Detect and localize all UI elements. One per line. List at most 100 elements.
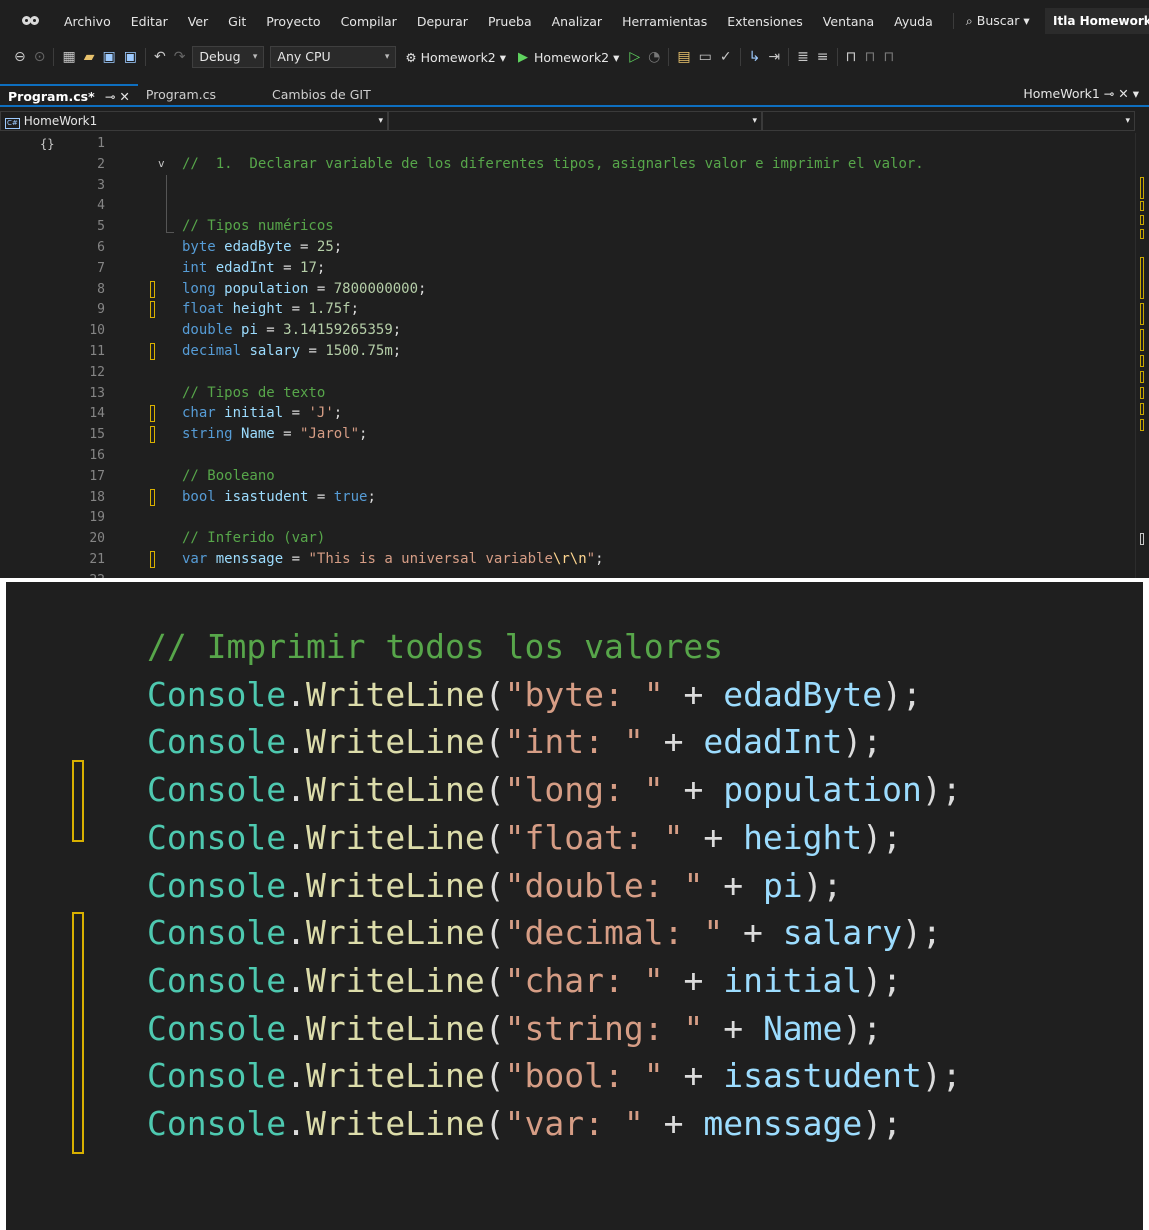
scrollbar-change-marker xyxy=(1140,371,1144,383)
code-line[interactable]: 8 long population = 7800000000; xyxy=(0,279,1135,300)
zoom-code-line: Console.WriteLine("string: " + Name); xyxy=(147,1006,882,1052)
code-token: menssage xyxy=(703,1104,863,1143)
code-line[interactable]: 9 float height = 1.75f; xyxy=(0,299,1135,320)
code-token: . xyxy=(286,817,306,857)
step-into-icon[interactable]: ↳ xyxy=(749,49,761,65)
code-text: // Booleano xyxy=(182,466,275,487)
line-number: 2 xyxy=(97,156,105,172)
line-number: 5 xyxy=(97,219,105,235)
menu-ayuda[interactable]: Ayuda xyxy=(884,14,943,29)
startup-project-button[interactable]: ⚙ Homework2 ▾ xyxy=(405,50,506,65)
code-token: ; xyxy=(333,405,343,422)
save-icon[interactable]: ▣ xyxy=(102,49,115,65)
bookmark-next-icon[interactable]: ⊓ xyxy=(883,49,894,65)
member-dropdown[interactable]: ▾ xyxy=(762,111,1135,131)
platform-dropdown[interactable]: Any CPU ▾ xyxy=(270,46,397,68)
line-number: 3 xyxy=(97,177,105,193)
open-folder-icon[interactable]: ▰ xyxy=(84,49,95,65)
code-line[interactable]: 10 double pi = 3.14159265359; xyxy=(0,320,1135,341)
code-token: = xyxy=(308,488,334,505)
project-tab-overflow[interactable]: HomeWork1 ⊸ ✕ ▾ xyxy=(1023,86,1139,101)
menu-herramientas[interactable]: Herramientas xyxy=(612,14,717,29)
toolbar-separator xyxy=(788,48,790,66)
code-token: ( xyxy=(484,674,505,714)
code-line[interactable]: 13 // Tipos de texto xyxy=(0,383,1135,404)
type-dropdown[interactable]: ▾ xyxy=(388,111,762,131)
code-line[interactable]: 6 byte edadByte = 25; xyxy=(0,237,1135,258)
code-line[interactable]: 17 // Booleano xyxy=(0,466,1135,487)
code-token: decimal xyxy=(182,343,242,359)
csharp-project-icon: C# xyxy=(5,117,20,129)
code-token: = xyxy=(300,343,326,359)
menu-analizar[interactable]: Analizar xyxy=(542,14,612,29)
menu-compilar[interactable]: Compilar xyxy=(331,14,407,29)
window-layout-icon[interactable]: ▭ xyxy=(699,49,712,65)
code-line[interactable]: 20 // Inferido (var) xyxy=(0,528,1135,549)
editor-scrollbar[interactable] xyxy=(1135,133,1149,578)
code-line[interactable]: 18 bool isastudent = true; xyxy=(0,487,1135,508)
code-token: ; xyxy=(367,488,376,505)
code-line[interactable]: 5 // Tipos numéricos xyxy=(0,216,1135,237)
project-dropdown[interactable]: C# HomeWork1 ▾ xyxy=(0,111,388,131)
code-line[interactable]: 16 xyxy=(0,445,1135,466)
start-debugging-button[interactable]: ▶ Homework2 ▾ xyxy=(518,50,619,65)
menu-editar[interactable]: Editar xyxy=(121,14,178,29)
code-token: ; xyxy=(418,280,427,297)
code-line[interactable]: 14 char initial = 'J'; xyxy=(0,403,1135,424)
code-line[interactable]: 1 xyxy=(0,133,1135,154)
code-line[interactable]: 12 xyxy=(0,362,1135,383)
tab-pin-close-icon[interactable]: ⊸ ✕ xyxy=(105,89,130,104)
code-token: 17 xyxy=(300,259,317,276)
tab-program-cs[interactable]: Program.cs xyxy=(138,84,224,105)
menu-depurar[interactable]: Depurar xyxy=(407,14,478,29)
bookmark-icon[interactable]: ⊓ xyxy=(846,49,857,65)
code-line[interactable]: 4 xyxy=(0,195,1135,216)
solution-title[interactable]: Itla Homework xyxy=(1045,8,1149,34)
code-line[interactable]: 11 decimal salary = 1500.75m; xyxy=(0,341,1135,362)
spellcheck-icon[interactable]: ✓ xyxy=(720,49,732,65)
change-marker xyxy=(150,426,155,444)
bookmark-prev-icon[interactable]: ⊓ xyxy=(864,49,875,65)
code-line[interactable]: 3 xyxy=(0,175,1135,196)
menu-ventana[interactable]: Ventana xyxy=(813,14,884,29)
indent-icon[interactable]: ≣ xyxy=(797,49,809,65)
code-token: Console xyxy=(147,770,287,810)
line-number: 10 xyxy=(89,323,105,339)
tab-cambios-de-git[interactable]: Cambios de GIT xyxy=(264,84,379,105)
code-line[interactable]: 22 xyxy=(0,570,1135,578)
tab-program-cs-modified[interactable]: Program.cs* ⊸ ✕ xyxy=(0,84,138,105)
code-text: // Inferido (var) xyxy=(182,528,325,549)
back-icon[interactable]: ⊖ xyxy=(14,49,26,65)
outdent-icon[interactable]: ≡ xyxy=(817,49,829,65)
code-editor[interactable]: {} v 1 2// 1. Declarar variable de los di… xyxy=(0,133,1135,578)
menu-ver[interactable]: Ver xyxy=(178,14,218,29)
code-line[interactable]: 15 string Name = "Jarol"; xyxy=(0,424,1135,445)
zoom-code-line: Console.WriteLine("long: " + population)… xyxy=(147,767,962,813)
start-without-debugging-icon[interactable]: ▷ xyxy=(629,49,640,65)
configuration-dropdown[interactable]: Debug ▾ xyxy=(192,46,265,68)
visual-studio-logo-icon[interactable] xyxy=(22,12,44,30)
menu-prueba[interactable]: Prueba xyxy=(478,14,542,29)
menu-extensiones[interactable]: Extensiones xyxy=(717,14,813,29)
forward-icon[interactable]: ⊙ xyxy=(34,49,46,65)
undo-icon[interactable]: ↶ xyxy=(154,49,166,65)
hot-reload-icon[interactable]: ◔ xyxy=(648,49,660,65)
menu-proyecto[interactable]: Proyecto xyxy=(256,14,330,29)
scrollbar-change-marker xyxy=(1140,329,1144,351)
scrollbar-thumb[interactable] xyxy=(1140,533,1144,545)
redo-icon[interactable]: ↷ xyxy=(174,49,186,65)
code-token: = xyxy=(291,239,317,255)
new-item-icon[interactable]: ▦ xyxy=(62,49,75,65)
menu-git[interactable]: Git xyxy=(218,14,256,29)
save-all-icon[interactable]: ▣ xyxy=(124,49,137,65)
code-line[interactable]: 21 var menssage = "This is a universal va… xyxy=(0,549,1135,570)
code-line[interactable]: 2 // 1. Declarar variable de los diferent… xyxy=(0,154,1135,175)
step-over-icon[interactable]: ⇥ xyxy=(768,49,780,65)
code-line[interactable]: 7 int edadInt = 17; xyxy=(0,258,1135,279)
code-line[interactable]: 19 xyxy=(0,507,1135,528)
code-token: . xyxy=(286,770,306,810)
search-button[interactable]: ⌕ Buscar ▾ xyxy=(952,13,1030,29)
code-token: ); xyxy=(842,722,883,762)
menu-archivo[interactable]: Archivo xyxy=(54,14,121,29)
browse-icon[interactable]: ▤ xyxy=(677,49,690,65)
